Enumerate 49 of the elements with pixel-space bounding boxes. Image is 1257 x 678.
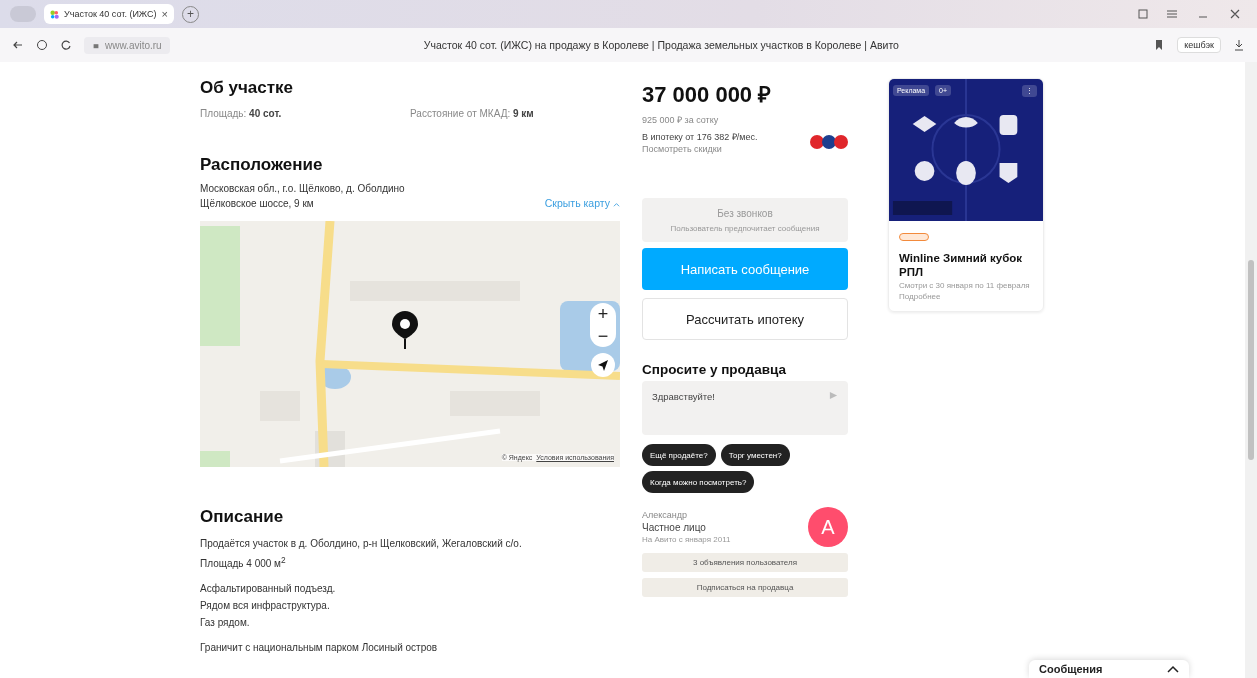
parameter-text: Площадь: 40 сот. xyxy=(200,108,283,119)
cashback-button[interactable]: кешбэк xyxy=(1177,37,1221,53)
back-icon[interactable] xyxy=(12,39,24,51)
messages-label: Сообщения xyxy=(1039,663,1103,675)
description-paragraph: Асфальтированный подъезд. Рядом вся инфраструктура. Газ рядом. xyxy=(200,582,337,631)
ad-text: Смотри с 30 января по 11 февраля xyxy=(899,281,1031,290)
browser-tab[interactable]: Участок 40 сот. (ИЖС) × xyxy=(44,4,174,24)
price: 37 000 000 ₽ xyxy=(642,81,773,108)
no-calls-subtitle: Пользователь предпочитает сообщения xyxy=(670,223,820,233)
price-per-unit: 925 000 ₽ за сотку xyxy=(642,114,720,126)
seller-avatar: А xyxy=(808,507,848,547)
ask-title: Спросите у продавца xyxy=(642,362,787,377)
mortgage-text: В ипотеку от 176 382 ₽/мес. xyxy=(642,131,758,143)
address-text: Московская обл., г.о. Щёлково, д. Оболдино xyxy=(200,183,406,194)
zoom-out-button[interactable]: − xyxy=(590,325,616,347)
messages-panel[interactable]: Сообщения xyxy=(1029,660,1189,678)
reload-icon[interactable] xyxy=(60,39,72,51)
close-tab-button[interactable]: × xyxy=(161,8,168,20)
zoom-in-button[interactable]: + xyxy=(590,303,616,325)
page-title: Участок 40 сот. (ИЖС) на продажу в Королеве | Продажа земельных участков в Королеве | Авито xyxy=(422,39,900,51)
seller-type: Частное лицо xyxy=(642,522,707,533)
highway-text: Щёлковское шоссе, 9 км xyxy=(200,198,314,209)
parameter-text: Расстояние от МКАД: 9 км xyxy=(410,108,535,119)
site-icon xyxy=(50,8,59,20)
message-field[interactable]: Здравствуйте! xyxy=(642,381,848,435)
section-title: Об участке xyxy=(200,78,294,98)
discounts-link[interactable]: Посмотреть скидки xyxy=(642,144,758,154)
section-title: Расположение xyxy=(200,155,324,175)
bank-logos-icon xyxy=(810,134,848,149)
description-paragraph: Продаётся участок в д. Оболдино, р-н Щелковский, Жегаловский с/о. Площадь 4 000 м$^{2}$ xyxy=(200,537,523,572)
no-calls-title: Без звонков xyxy=(717,207,773,219)
seller-name-link[interactable]: Александр xyxy=(642,510,731,520)
description-paragraph: Граничит с национальным парком Лосиный остров xyxy=(200,641,439,656)
download-icon[interactable] xyxy=(1233,39,1245,51)
seller-since: На Авито с января 2011 xyxy=(642,535,731,544)
locate-button[interactable] xyxy=(591,353,615,377)
section-title: Описание xyxy=(200,507,285,527)
caret-icon xyxy=(613,201,620,207)
seller-link-button[interactable]: 3 объявления пользователя xyxy=(642,553,848,572)
location-pin-icon xyxy=(390,309,420,351)
quick-question-chip[interactable]: Ещё продаёте? xyxy=(642,444,716,466)
ad-title: Winline Зимний кубок РПЛ xyxy=(899,251,1024,279)
quick-question-chip[interactable]: Когда можно посмотреть? xyxy=(642,471,755,493)
brand-logo-icon xyxy=(899,233,929,241)
mortgage-button[interactable]: Рассчитать ипотеку xyxy=(642,298,848,340)
quick-question-chip[interactable]: Торг уместен? xyxy=(720,444,790,466)
tab-title: Участок 40 сот. (ИЖС) xyxy=(63,9,157,19)
seller-link-button[interactable]: Подписаться на продавца xyxy=(642,578,848,597)
lock-icon xyxy=(92,41,100,49)
